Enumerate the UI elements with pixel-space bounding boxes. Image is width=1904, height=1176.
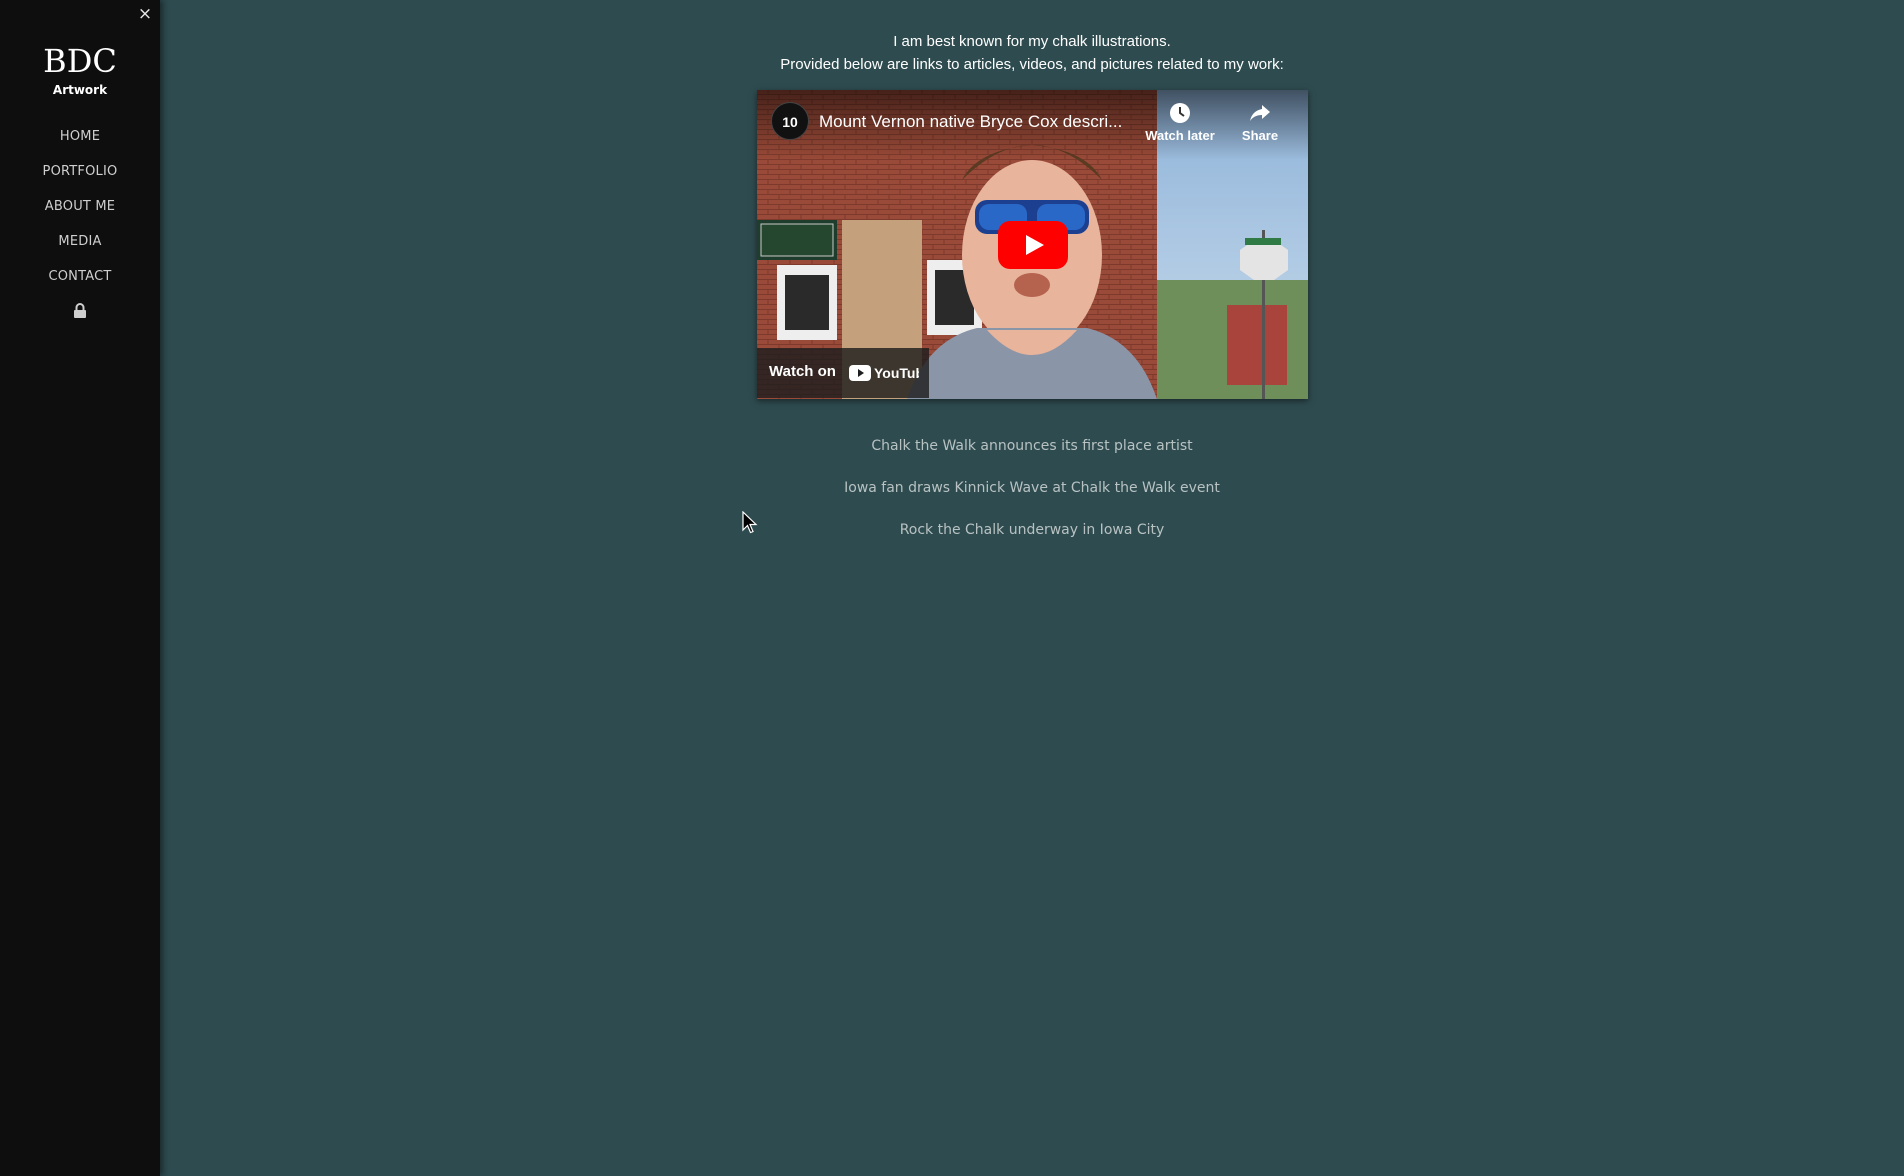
play-button[interactable] <box>998 221 1068 269</box>
watch-later-button[interactable]: Watch later <box>1142 102 1218 143</box>
nav-item-media[interactable]: MEDIA <box>0 230 160 265</box>
lock-icon[interactable] <box>73 303 87 319</box>
link-rock-the-chalk[interactable]: Rock the Chalk underway in Iowa City <box>160 519 1904 561</box>
media-links: Chalk the Walk announces its first place… <box>160 435 1904 561</box>
watch-later-label: Watch later <box>1145 128 1215 143</box>
sidebar: × BDC Artwork HOME PORTFOLIO ABOUT ME ME… <box>0 0 160 1176</box>
channel-logo[interactable]: 10 <box>771 102 809 140</box>
nav-item-contact[interactable]: CONTACT <box>0 265 160 300</box>
youtube-logo: YouTube <box>849 363 932 387</box>
nav-item-portfolio[interactable]: PORTFOLIO <box>0 160 160 195</box>
share-label: Share <box>1241 128 1279 143</box>
link-kinnick-wave[interactable]: Iowa fan draws Kinnick Wave at Chalk the… <box>160 477 1904 519</box>
youtube-video-embed[interactable]: 10 Mount Vernon native Bryce Cox descri.… <box>757 90 1308 399</box>
watch-on-label: Watch on <box>769 363 836 380</box>
intro-line-2: Provided below are links to articles, vi… <box>780 56 1284 73</box>
nav-item-about-me[interactable]: ABOUT ME <box>0 195 160 230</box>
youtube-wordmark: YouTube <box>874 365 919 381</box>
main-content: I am best known for my chalk illustratio… <box>160 0 1904 1176</box>
site-title[interactable]: BDC <box>0 40 160 82</box>
nav-item-home[interactable]: HOME <box>0 125 160 160</box>
share-button[interactable]: Share <box>1222 102 1298 143</box>
close-icon[interactable]: × <box>137 4 153 24</box>
clock-icon <box>1170 103 1190 123</box>
intro-text: I am best known for my chalk illustratio… <box>160 30 1904 76</box>
main-nav: HOME PORTFOLIO ABOUT ME MEDIA CONTACT <box>0 125 160 300</box>
link-chalk-the-walk-first-place[interactable]: Chalk the Walk announces its first place… <box>160 435 1904 477</box>
play-icon <box>998 221 1068 269</box>
share-icon <box>1250 105 1270 121</box>
site-subtitle: Artwork <box>52 83 108 97</box>
intro-line-1: I am best known for my chalk illustratio… <box>893 33 1171 50</box>
watch-on-youtube-button[interactable]: Watch on YouTube <box>757 348 932 398</box>
video-title[interactable]: Mount Vernon native Bryce Cox descri... <box>819 112 1149 132</box>
mouse-cursor-icon <box>742 511 758 534</box>
